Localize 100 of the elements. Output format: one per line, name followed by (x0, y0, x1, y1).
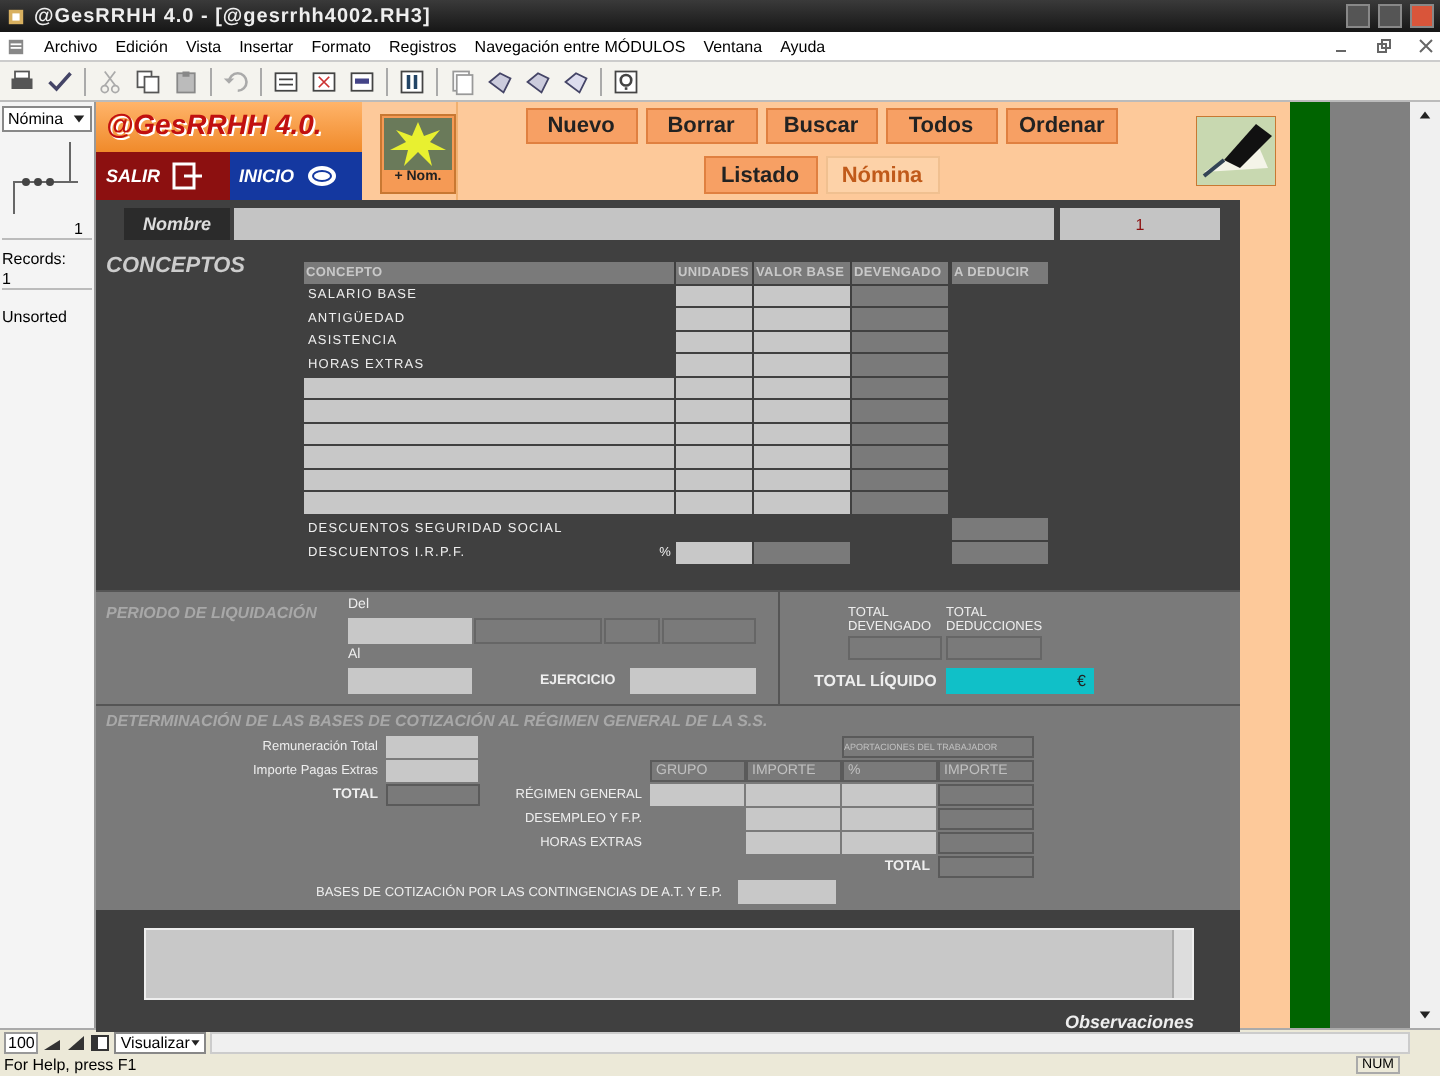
restore-icon[interactable] (1376, 38, 1392, 54)
input-field[interactable] (676, 423, 752, 444)
input-field[interactable] (852, 308, 948, 329)
menu-item[interactable]: Ayuda (780, 37, 826, 55)
input-field[interactable] (852, 400, 948, 421)
scrollbar[interactable] (1172, 930, 1192, 998)
document-icon[interactable] (272, 67, 300, 95)
input-field[interactable] (852, 423, 948, 444)
input-field[interactable] (754, 377, 850, 398)
input-field[interactable] (842, 832, 936, 854)
menu-item[interactable]: Navegación entre MÓDULOS (474, 37, 686, 55)
input-field[interactable] (938, 784, 1034, 806)
scissors-icon[interactable] (96, 67, 124, 95)
input-field[interactable] (852, 446, 948, 467)
toolbar-button[interactable]: Borrar (645, 108, 757, 144)
zoom-in-icon[interactable] (66, 1033, 87, 1051)
input-field[interactable] (952, 541, 1048, 563)
input-field[interactable] (738, 880, 836, 904)
input-field[interactable] (386, 736, 478, 758)
input-field[interactable] (852, 331, 948, 352)
input-field[interactable] (754, 285, 850, 306)
input-field[interactable] (386, 760, 478, 782)
total-field[interactable] (938, 856, 1034, 878)
horizontal-scrollbar[interactable] (210, 1031, 1410, 1053)
input-field[interactable] (304, 377, 674, 398)
input-field[interactable] (852, 469, 948, 490)
input-field[interactable] (754, 541, 850, 563)
input-field[interactable] (304, 446, 674, 467)
input-field[interactable] (676, 541, 752, 563)
menu-item[interactable]: Insertar (239, 37, 294, 55)
up-arrow-icon[interactable] (1418, 108, 1432, 122)
mode-dropdown[interactable]: Visualizar (114, 1031, 207, 1053)
layout-tab[interactable]: Listado (703, 156, 817, 194)
input-field[interactable] (754, 400, 850, 421)
input-field[interactable] (754, 331, 850, 352)
input-field[interactable] (852, 285, 948, 306)
check-icon[interactable] (46, 67, 74, 95)
menu-item[interactable]: Edición (115, 37, 168, 55)
layout-dropdown[interactable]: Nómina (2, 106, 92, 132)
maximize-button[interactable] (1378, 4, 1402, 28)
document-icon[interactable] (348, 67, 376, 95)
toolbar-button[interactable]: Todos (885, 108, 997, 144)
input-field[interactable] (842, 784, 936, 806)
total-field[interactable] (386, 784, 480, 806)
input-field[interactable] (754, 308, 850, 329)
year-field[interactable] (629, 668, 756, 694)
menu-item[interactable]: Formato (311, 37, 371, 55)
menu-item[interactable]: Archivo (44, 37, 98, 55)
input-field[interactable] (676, 331, 752, 352)
clipboard-icon[interactable] (172, 67, 200, 95)
copy-icon[interactable] (134, 67, 162, 95)
input-field[interactable] (754, 446, 850, 467)
toolbar-button[interactable]: Ordenar (1005, 108, 1117, 144)
toolbar-button[interactable]: Nuevo (525, 108, 637, 144)
input-field[interactable] (676, 400, 752, 421)
input-field[interactable] (746, 808, 840, 830)
input-field[interactable] (676, 308, 752, 329)
menu-item[interactable]: Vista (185, 37, 222, 55)
number-field[interactable]: 1 (1060, 208, 1220, 240)
input-field[interactable] (304, 492, 674, 513)
net-total-field[interactable]: € (946, 667, 1094, 693)
input-field[interactable] (676, 354, 752, 375)
close-icon[interactable] (1418, 38, 1434, 54)
input-field[interactable] (938, 832, 1034, 854)
minimize-button[interactable] (1346, 4, 1370, 28)
input-field[interactable] (676, 469, 752, 490)
pages-icon[interactable] (448, 67, 476, 95)
input-field[interactable] (304, 400, 674, 421)
home-button[interactable]: INICIO (229, 152, 362, 200)
input-field[interactable] (676, 492, 752, 513)
name-field[interactable] (234, 208, 1054, 240)
input-field[interactable] (754, 423, 850, 444)
input-field[interactable] (952, 517, 1048, 539)
document-icon[interactable] (310, 67, 338, 95)
input-field[interactable] (676, 446, 752, 467)
input-field[interactable] (852, 354, 948, 375)
close-button[interactable] (1410, 4, 1434, 28)
vertical-scrollbar[interactable] (1410, 102, 1440, 1028)
input-field[interactable] (676, 377, 752, 398)
date-field[interactable] (348, 668, 472, 694)
input-field[interactable] (746, 832, 840, 854)
toolbar-button[interactable]: Buscar (765, 108, 877, 144)
print-icon[interactable] (8, 67, 36, 95)
menu-item[interactable]: Ventana (703, 37, 763, 55)
input-field[interactable] (650, 784, 744, 806)
panel-icon[interactable] (90, 1033, 111, 1051)
down-arrow-icon[interactable] (1418, 1008, 1432, 1022)
input-field[interactable] (754, 469, 850, 490)
input-field[interactable] (852, 492, 948, 513)
exit-button[interactable]: SALIR (96, 152, 229, 200)
input-field[interactable] (852, 377, 948, 398)
input-field[interactable] (754, 492, 850, 513)
input-field[interactable] (842, 808, 936, 830)
date-field[interactable] (348, 618, 472, 644)
input-field[interactable] (754, 354, 850, 375)
input-field[interactable] (938, 808, 1034, 830)
menu-item[interactable]: Registros (389, 37, 457, 55)
input-field[interactable] (746, 784, 840, 806)
input-field[interactable] (304, 423, 674, 444)
notes-field[interactable] (144, 928, 1194, 1000)
